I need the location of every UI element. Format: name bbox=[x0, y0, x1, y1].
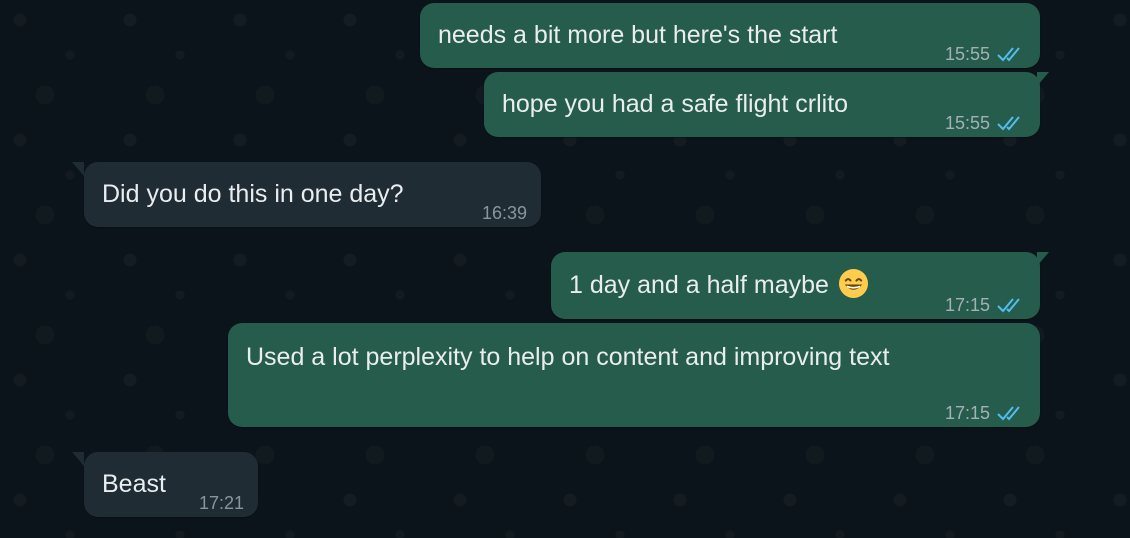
double-check-icon bbox=[997, 47, 1020, 62]
message-meta: 17:15 bbox=[945, 289, 1026, 321]
message-outgoing[interactable]: needs a bit more but here's the start 15… bbox=[420, 3, 1040, 68]
message-time: 17:15 bbox=[944, 295, 990, 315]
double-check-icon bbox=[997, 406, 1020, 421]
message-time: 17:21 bbox=[198, 493, 244, 513]
message-text-wrapper: 1 day and a half maybe bbox=[569, 268, 869, 301]
double-check-icon bbox=[997, 298, 1020, 313]
message-meta: 15:55 bbox=[945, 38, 1026, 70]
message-text: Beast bbox=[102, 470, 166, 498]
bubble-tail bbox=[1037, 252, 1049, 266]
message-text: hope you had a safe flight crlito bbox=[502, 90, 849, 118]
message-time: 17:15 bbox=[944, 403, 990, 423]
message-meta: 17:21 bbox=[199, 487, 244, 519]
message-text: Did you do this in one day? bbox=[102, 180, 404, 208]
message-meta: 17:15 bbox=[945, 397, 1026, 429]
message-incoming[interactable]: Did you do this in one day? 16:39 bbox=[72, 162, 541, 229]
message-incoming[interactable]: Beast 17:21 bbox=[72, 452, 258, 519]
message-time: 16:39 bbox=[481, 203, 527, 223]
message-outgoing[interactable]: 1 day and a half maybe 17:15 bbox=[551, 252, 1049, 321]
grinning-emoji-icon bbox=[838, 268, 868, 299]
message-time: 15:55 bbox=[944, 113, 990, 133]
message-outgoing[interactable]: hope you had a safe flight crlito 15:55 bbox=[484, 72, 1049, 139]
message-meta: 16:39 bbox=[482, 197, 527, 229]
message-text: needs a bit more but here's the start bbox=[438, 21, 838, 49]
message-outgoing[interactable]: Used a lot perplexity to help on content… bbox=[228, 323, 1040, 427]
message-text: 1 day and a half maybe bbox=[569, 271, 829, 299]
bubble-tail bbox=[72, 452, 84, 466]
message-meta: 15:55 bbox=[945, 107, 1026, 139]
bubble-tail bbox=[1037, 72, 1049, 86]
bubble-tail bbox=[72, 162, 84, 176]
message-time: 15:55 bbox=[944, 44, 990, 64]
double-check-icon bbox=[997, 116, 1020, 131]
message-text: Used a lot perplexity to help on content… bbox=[246, 343, 890, 371]
